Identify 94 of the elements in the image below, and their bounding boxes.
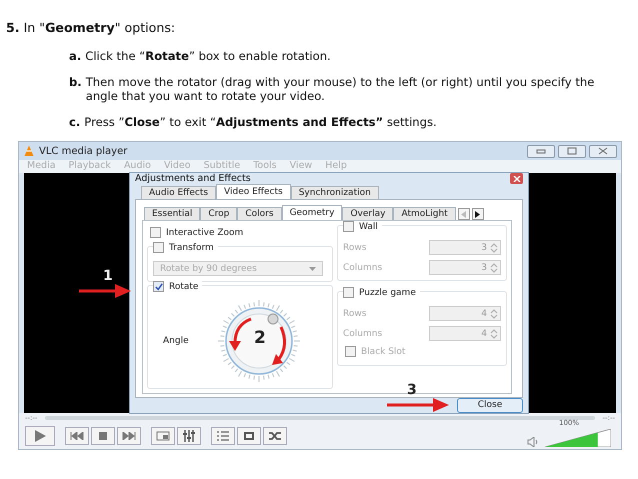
next-button[interactable] (117, 427, 141, 445)
playlist-button[interactable] (211, 427, 235, 445)
loop-button[interactable] (237, 427, 261, 445)
checkbox-label: Rotate (169, 282, 198, 292)
tab[interactable]: Synchronization (290, 186, 379, 199)
cone-icon (23, 145, 35, 157)
menu-item[interactable]: Media (27, 160, 56, 173)
tab[interactable]: AtmoLight (393, 207, 456, 220)
checkbox-label: Black Slot (361, 346, 406, 356)
spinner-icon (490, 328, 498, 340)
volume-slider[interactable] (545, 429, 611, 447)
window-title: VLC media player (39, 146, 128, 156)
list-icon (216, 431, 230, 441)
check-icon (154, 282, 162, 290)
menu-item[interactable]: Subtitle (204, 160, 240, 173)
checkbox[interactable] (153, 242, 164, 253)
checkbox-label: Puzzle game (359, 288, 416, 298)
number-field[interactable]: 4 (429, 326, 501, 341)
minimize-button[interactable] (527, 144, 555, 158)
instruction-text: Then move the rotator (drag with your mouse) to the left (or right) until you specify the angle that you want to rotate your video. (86, 75, 596, 103)
number-field[interactable]: 3 (429, 260, 501, 275)
checkbox-label: Transform (169, 242, 214, 252)
step-letter: c. (69, 115, 80, 129)
sliders-icon (182, 430, 196, 442)
curved-arrows-drawing (228, 317, 286, 364)
equalizer-button[interactable] (177, 427, 201, 445)
angle-label: Angle (163, 336, 189, 346)
checkbox-label: Interactive Zoom (166, 228, 244, 238)
shuffle-button[interactable] (263, 427, 287, 445)
checkbox[interactable] (150, 227, 161, 238)
instruction-heading: In "Geometry" options: (24, 20, 176, 35)
maximize-button[interactable] (558, 144, 586, 158)
menu-item[interactable]: Tools (253, 160, 277, 173)
menu-item[interactable]: Playback (68, 160, 111, 173)
close-icon (598, 147, 608, 155)
annotation-number: 1 (103, 268, 113, 284)
next-icon (122, 432, 136, 440)
field-label: Rows (343, 308, 366, 318)
annotation-number: 2 (254, 328, 266, 348)
tab[interactable]: Colors (237, 207, 282, 220)
spinner-icon (490, 242, 498, 254)
scroll-right-button[interactable] (472, 208, 484, 220)
spinner-icon (490, 308, 498, 320)
spinner-icon (490, 262, 498, 274)
rotation-dial[interactable] (217, 299, 300, 382)
checkbox[interactable] (343, 287, 354, 298)
tab[interactable]: Audio Effects (141, 186, 216, 199)
instruction-text: Click the “Rotate” box to enable rotation. (85, 49, 331, 63)
speaker-icon (527, 437, 539, 447)
annotation-number: 3 (407, 382, 417, 398)
menu-item[interactable]: Video (164, 160, 191, 173)
menu-item[interactable]: View (290, 160, 312, 173)
menu-item[interactable]: Help (325, 160, 347, 173)
stop-icon (98, 432, 108, 440)
close-icon (512, 176, 520, 182)
arrow-icon (79, 284, 131, 298)
stop-button[interactable] (91, 427, 115, 445)
tab[interactable]: Crop (200, 207, 238, 220)
close-button[interactable]: Close (457, 398, 523, 412)
dialog-title: Adjustments and Effects (135, 173, 251, 184)
tab[interactable]: Essential (144, 207, 200, 220)
checkbox[interactable] (153, 281, 164, 292)
close-button[interactable] (510, 173, 523, 184)
arrow-icon (387, 398, 449, 412)
checkbox[interactable] (345, 346, 356, 357)
close-button[interactable] (589, 144, 617, 158)
maximize-icon (567, 147, 577, 155)
rotation-dropdown[interactable]: Rotate by 90 degrees (153, 261, 323, 276)
step-letter: b. (69, 75, 82, 91)
tab[interactable]: Overlay (342, 207, 394, 220)
play-button[interactable] (25, 426, 55, 446)
field-label: Columns (343, 262, 382, 272)
left-arrow-icon (461, 210, 466, 218)
previous-button[interactable] (65, 427, 89, 445)
minimize-icon (536, 148, 546, 154)
step-letter: a. (69, 49, 82, 63)
window-icon (156, 431, 170, 441)
step-number: 5. (6, 20, 20, 35)
play-icon (33, 429, 47, 443)
shuffle-icon (268, 431, 282, 441)
previous-icon (70, 432, 84, 440)
tab[interactable]: Video Effects (216, 184, 291, 199)
fullscreen-button[interactable] (151, 427, 175, 445)
dropdown-arrow-icon (309, 266, 316, 270)
field-label: Rows (343, 242, 366, 252)
number-field[interactable]: 4 (429, 306, 501, 321)
tab[interactable]: Geometry (282, 205, 342, 220)
number-field[interactable]: 3 (429, 240, 501, 255)
right-arrow-icon (475, 210, 480, 218)
checkbox-label: Wall (359, 222, 378, 232)
checkbox[interactable] (343, 221, 354, 232)
instruction-text: Press ”Close” to exit “Adjustments and Effects” settings. (84, 115, 437, 129)
field-label: Columns (343, 328, 382, 338)
menu-item[interactable]: Audio (124, 160, 151, 173)
